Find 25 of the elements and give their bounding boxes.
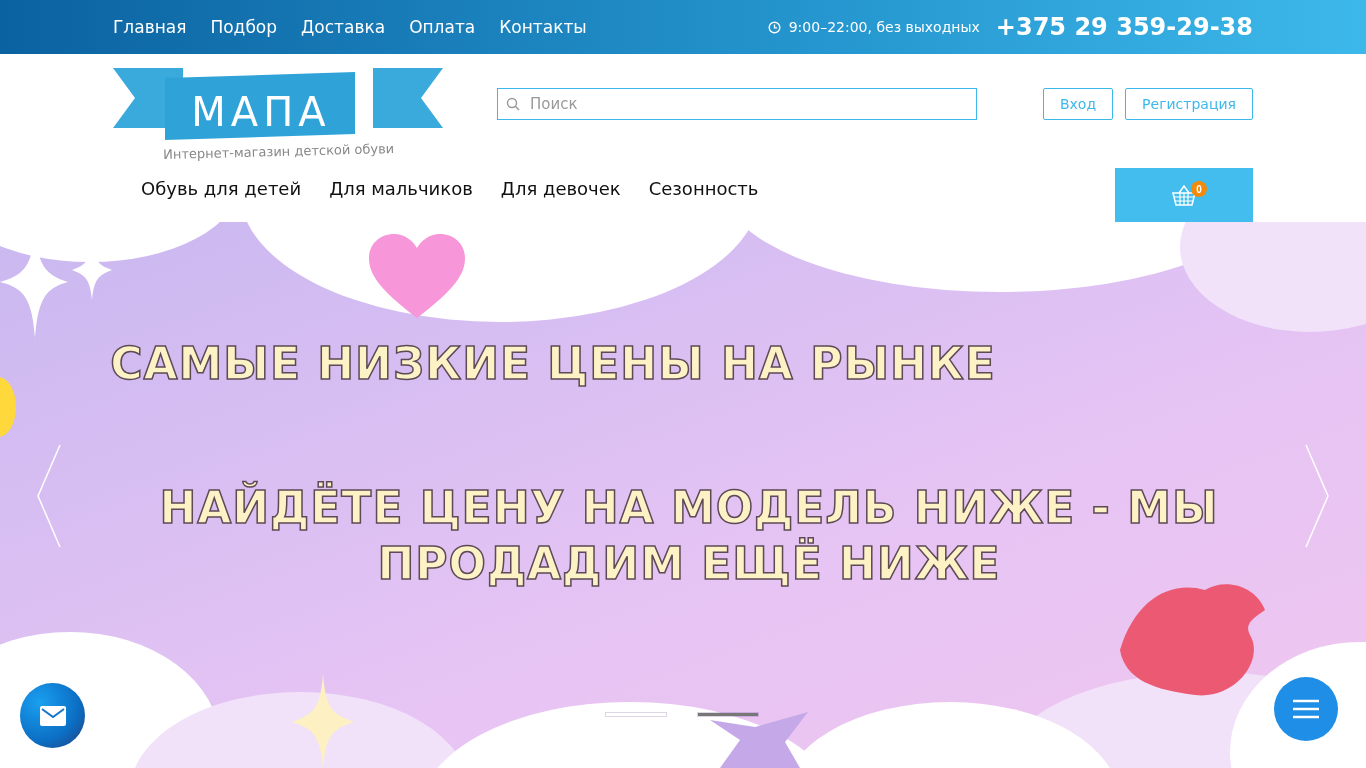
search-field[interactable]: Поиск <box>497 88 977 120</box>
clock-icon <box>767 20 781 34</box>
category-link[interactable]: Для мальчиков <box>315 177 487 199</box>
logo-tagline: Интернет-магазин детской обуви <box>162 141 395 162</box>
category-link[interactable]: Сезонность <box>634 177 773 199</box>
heart-icon <box>369 234 465 320</box>
top-nav-link[interactable]: Контакты <box>499 17 587 37</box>
cart-count: 0 <box>1191 181 1207 197</box>
top-nav-link[interactable]: Оплата <box>409 17 476 37</box>
banner-headline: САМЫЕ НИЗКИЕ ЦЕНЫ НА РЫНКЕ <box>109 338 997 389</box>
menu-icon <box>1293 699 1319 719</box>
slide-indicator[interactable] <box>606 713 666 716</box>
category-link[interactable]: Для девочек <box>486 177 635 199</box>
star-icon <box>710 712 810 768</box>
banner-subline: НАЙДЁТЕ ЦЕНУ НА МОДЕЛЬ НИЖЕ - МЫ ПРОДАДИМ ЕЩЁ НИЖЕ <box>158 480 1220 591</box>
top-nav-link[interactable]: Подбор <box>210 17 278 37</box>
working-hours: 9:00–22:00, без выходных <box>788 19 980 35</box>
top-nav-link[interactable]: Доставка <box>301 17 386 37</box>
top-nav-link[interactable]: Главная <box>113 17 187 37</box>
basket-icon <box>1172 184 1196 206</box>
mail-icon <box>39 705 66 726</box>
category-link[interactable]: Обувь для детей <box>127 177 316 199</box>
phone-number[interactable]: +375 29 359-29-38 <box>995 13 1253 41</box>
cart-button[interactable]: 0 <box>1115 168 1253 222</box>
slide-indicator[interactable] <box>698 713 758 716</box>
